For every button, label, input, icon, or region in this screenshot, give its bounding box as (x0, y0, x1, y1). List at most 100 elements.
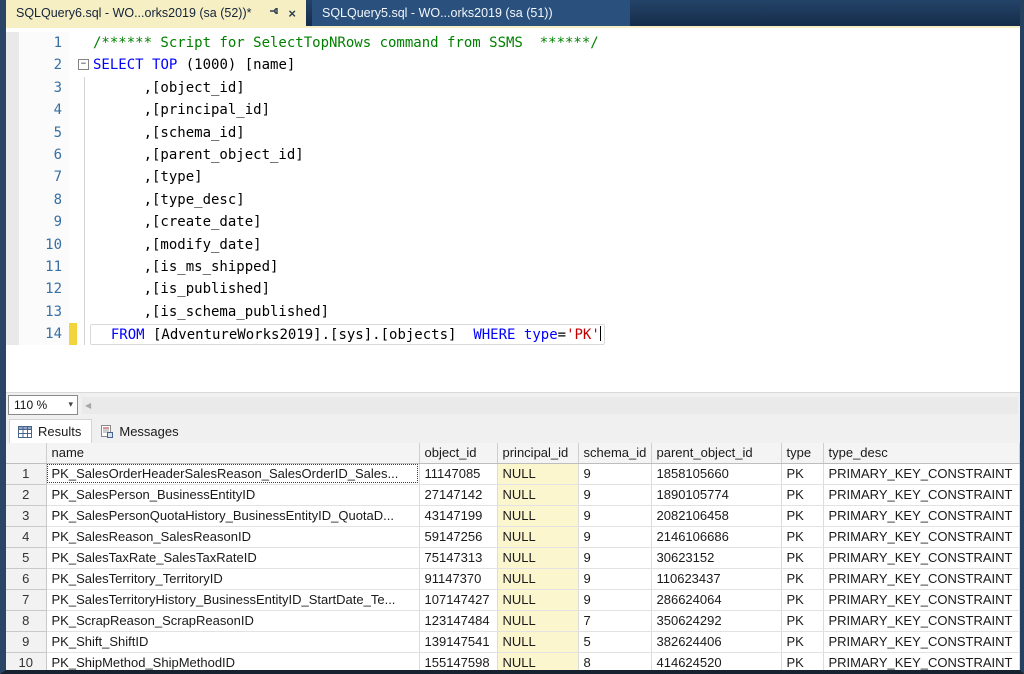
row-number[interactable]: 6 (6, 568, 46, 589)
row-number[interactable]: 10 (6, 652, 46, 670)
cell-object_id[interactable]: 59147256 (419, 526, 497, 547)
cell-parent_object_id[interactable]: 286624064 (651, 589, 781, 610)
corner-cell[interactable] (6, 443, 46, 463)
row-number[interactable]: 9 (6, 631, 46, 652)
row-number[interactable]: 5 (6, 547, 46, 568)
cell-principal_id[interactable]: NULL (497, 526, 578, 547)
editor-line[interactable]: 14 FROM [AdventureWorks2019].[sys].[obje… (6, 323, 1020, 345)
code-text[interactable]: ,[schema_id] (93, 122, 245, 144)
cell-schema_id[interactable]: 9 (578, 526, 651, 547)
cell-parent_object_id[interactable]: 1858105660 (651, 463, 781, 484)
tab-messages[interactable]: Messages (92, 419, 188, 443)
cell-principal_id[interactable]: NULL (497, 631, 578, 652)
cell-name[interactable]: PK_SalesTerritoryHistory_BusinessEntityI… (46, 589, 419, 610)
code-text[interactable]: FROM [AdventureWorks2019].[sys].[objects… (90, 324, 605, 345)
cell-parent_object_id[interactable]: 2146106686 (651, 526, 781, 547)
code-text[interactable]: ,[object_id] (93, 77, 245, 99)
cell-type_desc[interactable]: PRIMARY_KEY_CONSTRAINT (823, 568, 1020, 589)
cell-type[interactable]: PK (781, 631, 823, 652)
cell-type_desc[interactable]: PRIMARY_KEY_CONSTRAINT (823, 652, 1020, 670)
cell-type[interactable]: PK (781, 652, 823, 670)
cell-principal_id[interactable]: NULL (497, 505, 578, 526)
column-header-type[interactable]: type (781, 443, 823, 463)
row-number[interactable]: 8 (6, 610, 46, 631)
code-text[interactable]: ,[type] (93, 166, 203, 188)
column-header-principal_id[interactable]: principal_id (497, 443, 578, 463)
code-text[interactable]: /****** Script for SelectTopNRows comman… (93, 32, 599, 54)
cell-name[interactable]: PK_SalesPerson_BusinessEntityID (46, 484, 419, 505)
cell-parent_object_id[interactable]: 350624292 (651, 610, 781, 631)
cell-object_id[interactable]: 43147199 (419, 505, 497, 526)
cell-object_id[interactable]: 75147313 (419, 547, 497, 568)
cell-type_desc[interactable]: PRIMARY_KEY_CONSTRAINT (823, 631, 1020, 652)
editor-line[interactable]: 8 ,[type_desc] (6, 189, 1020, 211)
editor-line[interactable]: 10 ,[modify_date] (6, 234, 1020, 256)
tab-results[interactable]: Results (9, 419, 92, 443)
cell-schema_id[interactable]: 9 (578, 484, 651, 505)
cell-parent_object_id[interactable]: 30623152 (651, 547, 781, 568)
cell-name[interactable]: PK_Shift_ShiftID (46, 631, 419, 652)
editor-line[interactable]: 12 ,[is_published] (6, 278, 1020, 300)
cell-schema_id[interactable]: 9 (578, 547, 651, 568)
code-text[interactable]: ,[is_ms_shipped] (93, 256, 278, 278)
cell-object_id[interactable]: 11147085 (419, 463, 497, 484)
cell-object_id[interactable]: 123147484 (419, 610, 497, 631)
column-header-type_desc[interactable]: type_desc (823, 443, 1020, 463)
sql-editor[interactable]: 1/****** Script for SelectTopNRows comma… (6, 28, 1020, 392)
cell-schema_id[interactable]: 9 (578, 505, 651, 526)
cell-type[interactable]: PK (781, 463, 823, 484)
editor-line[interactable]: 11 ,[is_ms_shipped] (6, 256, 1020, 278)
cell-object_id[interactable]: 107147427 (419, 589, 497, 610)
cell-type_desc[interactable]: PRIMARY_KEY_CONSTRAINT (823, 463, 1020, 484)
cell-schema_id[interactable]: 9 (578, 589, 651, 610)
cell-object_id[interactable]: 91147370 (419, 568, 497, 589)
code-text[interactable]: ,[parent_object_id] (93, 144, 304, 166)
cell-type[interactable]: PK (781, 547, 823, 568)
code-text[interactable]: ,[is_schema_published] (93, 301, 329, 323)
cell-type_desc[interactable]: PRIMARY_KEY_CONSTRAINT (823, 484, 1020, 505)
code-text[interactable]: ,[is_published] (93, 278, 270, 300)
row-number[interactable]: 2 (6, 484, 46, 505)
cell-name[interactable]: PK_ScrapReason_ScrapReasonID (46, 610, 419, 631)
cell-principal_id[interactable]: NULL (497, 463, 578, 484)
cell-type[interactable]: PK (781, 484, 823, 505)
row-number[interactable]: 3 (6, 505, 46, 526)
cell-type[interactable]: PK (781, 526, 823, 547)
cell-name[interactable]: PK_SalesTaxRate_SalesTaxRateID (46, 547, 419, 568)
pin-icon[interactable] (268, 7, 280, 19)
cell-name[interactable]: PK_SalesOrderHeaderSalesReason_SalesOrde… (46, 463, 419, 484)
cell-principal_id[interactable]: NULL (497, 484, 578, 505)
code-text[interactable]: ,[create_date] (93, 211, 262, 233)
cell-schema_id[interactable]: 7 (578, 610, 651, 631)
code-text[interactable]: ,[type_desc] (93, 189, 245, 211)
editor-line[interactable]: 4 ,[principal_id] (6, 99, 1020, 121)
editor-line[interactable]: 6 ,[parent_object_id] (6, 144, 1020, 166)
cell-type[interactable]: PK (781, 568, 823, 589)
cell-name[interactable]: PK_SalesTerritory_TerritoryID (46, 568, 419, 589)
cell-name[interactable]: PK_SalesPersonQuotaHistory_BusinessEntit… (46, 505, 419, 526)
cell-principal_id[interactable]: NULL (497, 610, 578, 631)
code-text[interactable]: ,[principal_id] (93, 99, 270, 121)
column-header-schema_id[interactable]: schema_id (578, 443, 651, 463)
cell-parent_object_id[interactable]: 382624406 (651, 631, 781, 652)
column-header-name[interactable]: name (46, 443, 419, 463)
row-number[interactable]: 7 (6, 589, 46, 610)
row-number[interactable]: 4 (6, 526, 46, 547)
tab-sqlquery6[interactable]: SQLQuery6.sql - WO...orks2019 (sa (52))*… (6, 0, 306, 26)
zoom-level-dropdown[interactable]: 110 % ▾ (8, 395, 78, 415)
cell-schema_id[interactable]: 9 (578, 568, 651, 589)
scroll-left-icon[interactable]: ◀ (82, 401, 91, 410)
collapse-region-icon[interactable]: − (78, 59, 89, 70)
cell-name[interactable]: PK_ShipMethod_ShipMethodID (46, 652, 419, 670)
cell-schema_id[interactable]: 9 (578, 463, 651, 484)
cell-type_desc[interactable]: PRIMARY_KEY_CONSTRAINT (823, 505, 1020, 526)
cell-type_desc[interactable]: PRIMARY_KEY_CONSTRAINT (823, 526, 1020, 547)
cell-principal_id[interactable]: NULL (497, 547, 578, 568)
cell-parent_object_id[interactable]: 414624520 (651, 652, 781, 670)
code-text[interactable]: ,[modify_date] (93, 234, 262, 256)
cell-parent_object_id[interactable]: 1890105774 (651, 484, 781, 505)
editor-line[interactable]: 2−SELECT TOP (1000) [name] (6, 54, 1020, 76)
cell-principal_id[interactable]: NULL (497, 589, 578, 610)
editor-line[interactable]: 3 ,[object_id] (6, 77, 1020, 99)
cell-parent_object_id[interactable]: 110623437 (651, 568, 781, 589)
